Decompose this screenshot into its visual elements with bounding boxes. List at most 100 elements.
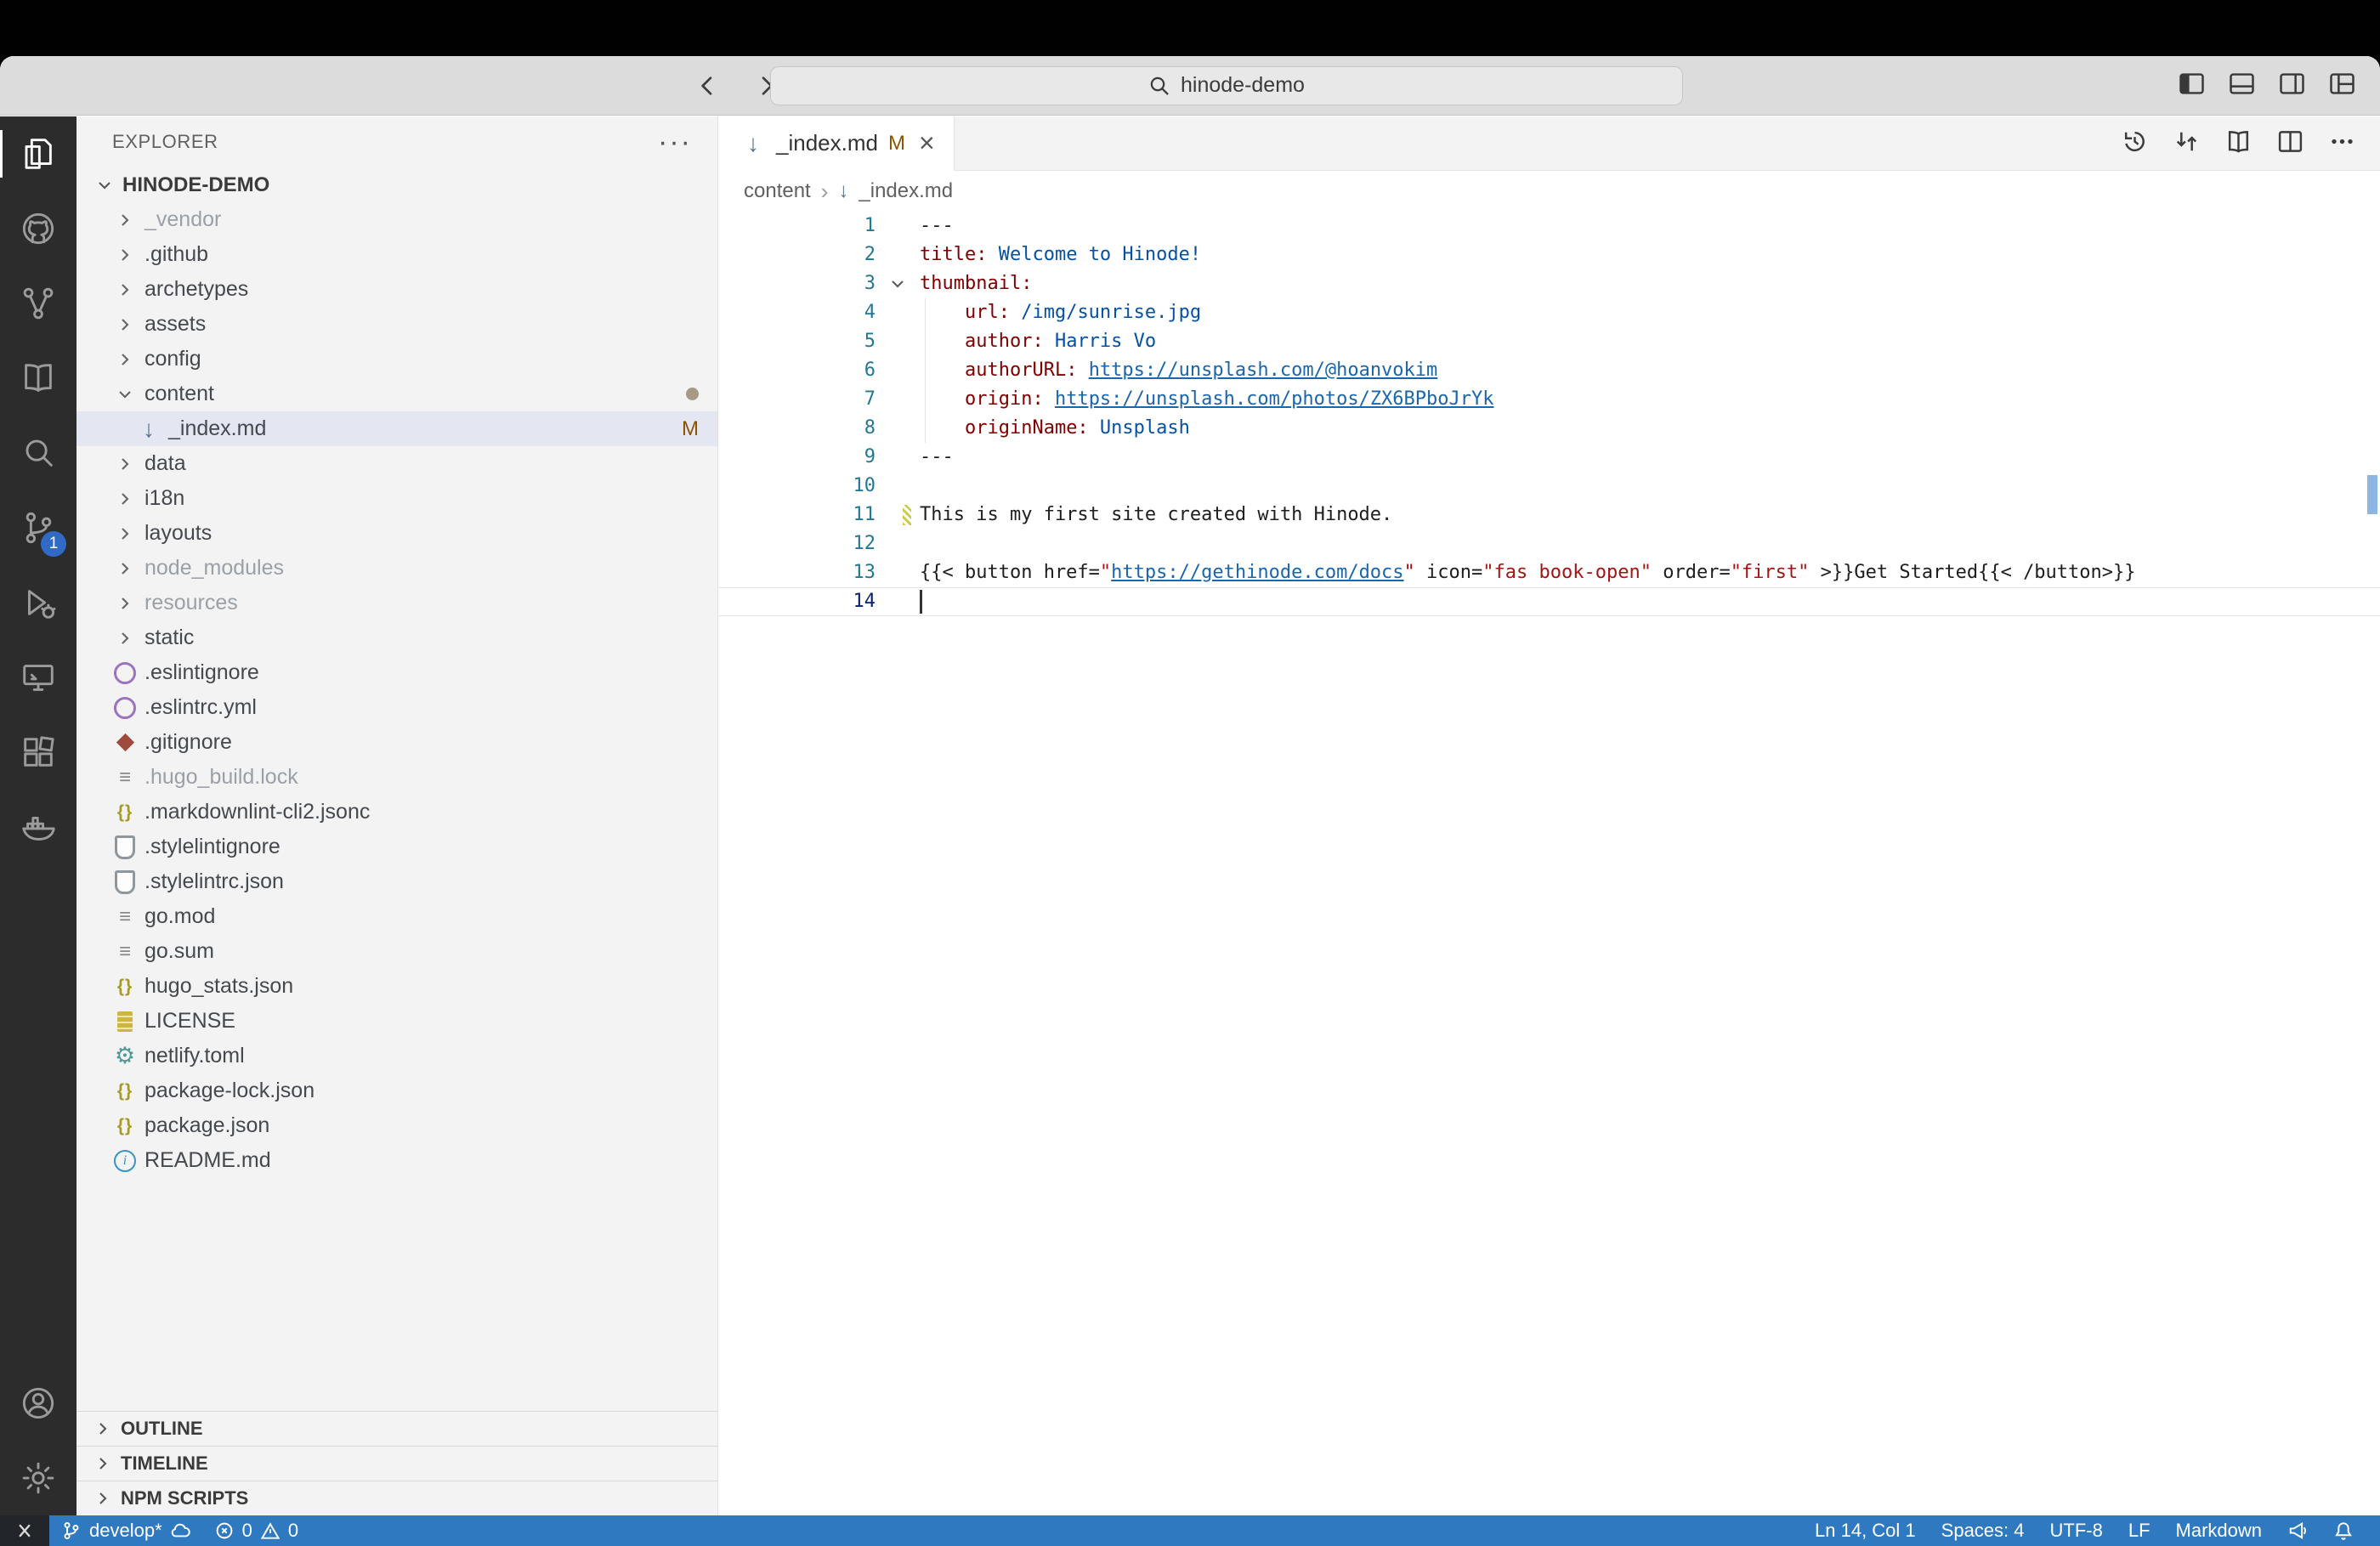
activitybar-run-debug-icon[interactable] xyxy=(0,565,76,640)
warning-icon xyxy=(260,1521,280,1541)
tree-file-go.mod[interactable]: ≡go.mod xyxy=(76,899,717,934)
indentation-status[interactable]: Spaces: 4 xyxy=(1929,1520,2037,1542)
code-text: This is my first site created with Hinod… xyxy=(920,501,1392,529)
activitybar-symbols-graph-icon[interactable] xyxy=(0,266,76,341)
code-line-13[interactable]: 13{{< button href="https://gethinode.com… xyxy=(718,558,2380,587)
more-actions-icon[interactable]: ··· xyxy=(658,133,692,150)
activitybar-explorer-icon[interactable] xyxy=(0,116,76,191)
customize-layout-icon[interactable] xyxy=(2328,70,2356,102)
panel-timeline[interactable]: TIMELINE xyxy=(76,1446,717,1481)
branch-status[interactable]: develop* xyxy=(49,1515,202,1546)
code-line-2[interactable]: 2title: Welcome to Hinode! xyxy=(718,241,2380,269)
git-modified-badge: M xyxy=(888,132,905,156)
code-line-8[interactable]: 8 originName: Unsplash xyxy=(718,414,2380,443)
activitybar-settings-icon[interactable] xyxy=(0,1441,76,1515)
code-line-1[interactable]: 1--- xyxy=(718,212,2380,241)
code-line-14[interactable]: 14 xyxy=(718,587,2380,616)
activitybar-book-icon[interactable] xyxy=(0,341,76,416)
text-cursor xyxy=(920,590,922,614)
tree-item-label: i18n xyxy=(144,486,184,511)
code-line-10[interactable]: 10 xyxy=(718,472,2380,501)
tree-file-package-lock.json[interactable]: {}package-lock.json xyxy=(76,1073,717,1108)
close-icon[interactable]: × xyxy=(919,127,935,159)
activitybar-docker-icon[interactable] xyxy=(0,790,76,864)
toggle-panel-icon[interactable] xyxy=(2228,70,2256,102)
file-type-icon: {} xyxy=(110,974,139,1000)
code-editor[interactable]: 1---2title: Welcome to Hinode!3thumbnail… xyxy=(718,212,2380,1515)
file-type-icon: {} xyxy=(110,1079,139,1104)
file-type-icon xyxy=(110,1009,139,1034)
tree-folder-resources[interactable]: resources xyxy=(76,586,717,620)
git-branch-icon xyxy=(61,1521,82,1541)
code-line-4[interactable]: 4 url: /img/sunrise.jpg xyxy=(718,298,2380,327)
tree-folder-_vendor[interactable]: _vendor xyxy=(76,202,717,237)
tree-folder-archetypes[interactable]: archetypes xyxy=(76,272,717,307)
tree-file-package.json[interactable]: {}package.json xyxy=(76,1108,717,1143)
code-line-11[interactable]: 11This is my first site created with Hin… xyxy=(718,501,2380,529)
notifications-bell-icon[interactable] xyxy=(2320,1521,2366,1541)
tree-file-hugo_stats.json[interactable]: {}hugo_stats.json xyxy=(76,969,717,1004)
toggle-secondary-sidebar-icon[interactable] xyxy=(2278,70,2306,102)
tree-file-netlify.toml[interactable]: ⚙netlify.toml xyxy=(76,1039,717,1073)
split-editor-icon[interactable] xyxy=(2276,127,2304,160)
activitybar-account-icon[interactable] xyxy=(0,1366,76,1441)
tree-file-.stylelintrc.json[interactable]: .stylelintrc.json xyxy=(76,864,717,899)
tree-folder-assets[interactable]: assets xyxy=(76,307,717,342)
timeline-history-icon[interactable] xyxy=(2121,127,2149,160)
activitybar-extensions-icon[interactable] xyxy=(0,715,76,790)
tab-index-md[interactable]: ↓ _index.md M × xyxy=(718,116,955,171)
code-line-12[interactable]: 12 xyxy=(718,529,2380,558)
panel-npm-scripts[interactable]: NPM SCRIPTS xyxy=(76,1481,717,1515)
activitybar-github-icon[interactable] xyxy=(0,191,76,266)
breadcrumb-folder[interactable]: content xyxy=(744,179,811,203)
code-line-7[interactable]: 7 origin: https://unsplash.com/photos/ZX… xyxy=(718,385,2380,414)
toggle-sidebar-icon[interactable] xyxy=(2178,70,2206,102)
command-center[interactable]: hinode-demo xyxy=(770,66,1683,105)
code-line-9[interactable]: 9--- xyxy=(718,443,2380,472)
code-line-5[interactable]: 5 author: Harris Vo xyxy=(718,327,2380,356)
tree-file-go.sum[interactable]: ≡go.sum xyxy=(76,934,717,969)
tree-file-README.md[interactable]: README.md xyxy=(76,1143,717,1178)
back-button[interactable] xyxy=(690,69,724,103)
tree-item-label: assets xyxy=(144,312,206,337)
breadcrumb-file[interactable]: _index.md xyxy=(858,179,953,203)
fold-chevron-icon[interactable] xyxy=(876,269,920,298)
tree-file-.markdownlint-cli2.jsonc[interactable]: {}.markdownlint-cli2.jsonc xyxy=(76,795,717,830)
activitybar-source-control-icon[interactable]: 1 xyxy=(0,490,76,565)
tree-folder-.github[interactable]: .github xyxy=(76,237,717,272)
tree-root-hinode-demo[interactable]: HINODE-DEMO xyxy=(76,167,717,202)
tree-file-.gitignore[interactable]: .gitignore xyxy=(76,725,717,760)
tree-folder-node_modules[interactable]: node_modules xyxy=(76,551,717,586)
feedback-icon[interactable] xyxy=(2275,1521,2320,1541)
tree-folder-content[interactable]: content xyxy=(76,377,717,411)
tree-file-.eslintignore[interactable]: .eslintignore xyxy=(76,655,717,690)
tree-file-.eslintrc.yml[interactable]: .eslintrc.yml xyxy=(76,690,717,725)
tree-folder-layouts[interactable]: layouts xyxy=(76,516,717,551)
language-mode-status[interactable]: Markdown xyxy=(2163,1520,2275,1542)
tree-folder-data[interactable]: data xyxy=(76,446,717,481)
layout-controls xyxy=(2178,56,2356,116)
tree-item-label: hugo_stats.json xyxy=(144,974,293,999)
tree-file-.stylelintignore[interactable]: .stylelintignore xyxy=(76,830,717,864)
file-type-icon xyxy=(110,730,139,756)
tree-file-_index.md[interactable]: ↓_index.mdM xyxy=(76,411,717,446)
code-line-6[interactable]: 6 authorURL: https://unsplash.com/@hoanv… xyxy=(718,356,2380,385)
remote-indicator[interactable] xyxy=(0,1515,49,1546)
eol-status[interactable]: LF xyxy=(2116,1520,2163,1542)
tree-folder-i18n[interactable]: i18n xyxy=(76,481,717,516)
cursor-position-status[interactable]: Ln 14, Col 1 xyxy=(1802,1520,1929,1542)
encoding-status[interactable]: UTF-8 xyxy=(2037,1520,2116,1542)
sidebar-panels: OUTLINETIMELINENPM SCRIPTS xyxy=(76,1411,717,1515)
activitybar-search-icon[interactable] xyxy=(0,416,76,490)
more-actions-icon[interactable] xyxy=(2328,127,2356,160)
open-preview-icon[interactable] xyxy=(2224,127,2252,160)
activitybar-remote-explorer-icon[interactable] xyxy=(0,640,76,715)
tree-file-.hugo_build.lock[interactable]: ≡.hugo_build.lock xyxy=(76,760,717,795)
problems-status[interactable]: 0 0 xyxy=(202,1515,311,1546)
tree-folder-static[interactable]: static xyxy=(76,620,717,655)
tree-file-LICENSE[interactable]: LICENSE xyxy=(76,1004,717,1039)
code-line-3[interactable]: 3thumbnail: xyxy=(718,269,2380,298)
tree-folder-config[interactable]: config xyxy=(76,342,717,377)
open-changes-icon[interactable] xyxy=(2173,127,2201,160)
panel-outline[interactable]: OUTLINE xyxy=(76,1411,717,1446)
